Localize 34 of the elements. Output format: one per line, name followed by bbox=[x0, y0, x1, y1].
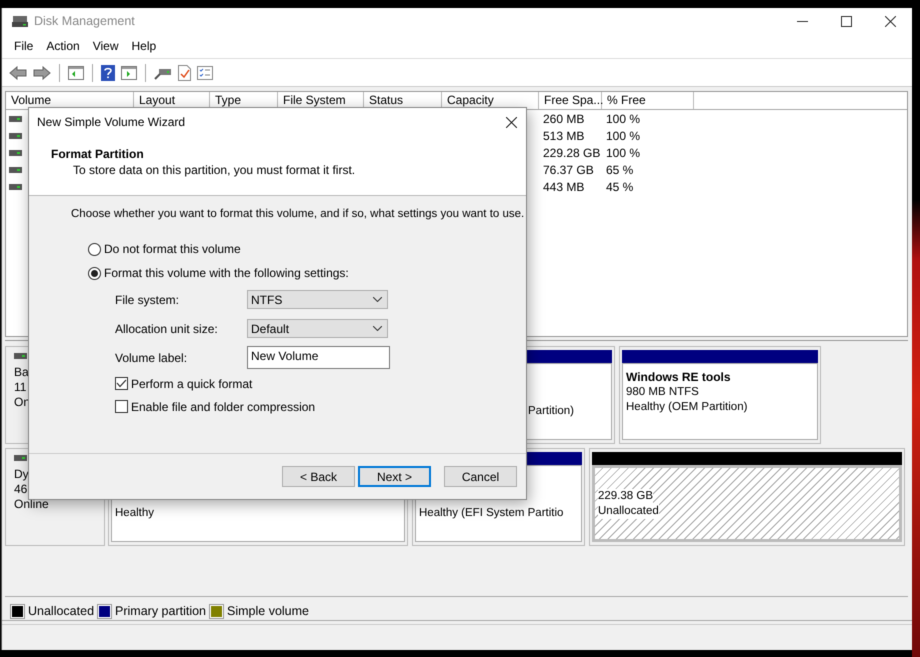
legend-label: Simple volume bbox=[227, 604, 309, 618]
disk-info-text: 11 bbox=[14, 380, 28, 395]
disk-info-text: Ba bbox=[14, 365, 30, 380]
legend-label: Unallocated bbox=[28, 604, 94, 618]
disk-info-text: Dy bbox=[14, 467, 30, 482]
table-cell-text: 443 MB bbox=[542, 180, 586, 194]
partition-text: Healthy (EFI System Partitio bbox=[419, 506, 564, 521]
disk-info-text: Online bbox=[14, 497, 50, 512]
dialog-title: New Simple Volume Wizard bbox=[37, 115, 186, 129]
table-cell-text: 45 % bbox=[605, 180, 634, 194]
partition-text: Healthy bbox=[115, 506, 155, 521]
table-cell-text: 513 MB bbox=[542, 128, 586, 142]
partition-text: Healthy (OEM Partition) bbox=[626, 400, 748, 415]
field-label: Allocation unit size: bbox=[115, 322, 219, 336]
field-label: Volume label: bbox=[115, 350, 188, 364]
table-cell-text: 100 % bbox=[605, 128, 642, 142]
window-title: Disk Management bbox=[34, 14, 135, 28]
table-cell-text: 229.28 GB bbox=[542, 146, 602, 160]
partition-text: 980 MB NTFS bbox=[626, 385, 700, 400]
partition-text: 229.38 GB bbox=[598, 489, 653, 504]
dialog-subheading: To store data on this partition, you must format it first. bbox=[72, 162, 356, 178]
table-cell-text: 260 MB bbox=[542, 112, 586, 126]
legend-label: Primary partition bbox=[115, 604, 206, 618]
dialog-heading: Format Partition bbox=[51, 146, 144, 162]
field-label: File system: bbox=[115, 292, 180, 306]
partition-text: Partition) bbox=[528, 404, 576, 419]
instruction-text: Choose whether you want to format this volume, and if so, what settings you want to use. bbox=[71, 208, 524, 220]
table-cell-text: 65 % bbox=[605, 162, 634, 176]
partition-text: Unallocated bbox=[598, 504, 659, 519]
disk-info-text: 46 bbox=[14, 482, 28, 497]
table-cell-text: 100 % bbox=[605, 112, 642, 126]
table-cell-text: 100 % bbox=[605, 146, 642, 160]
table-cell-text: 76.37 GB bbox=[542, 162, 595, 176]
partition-title: Windows RE tools bbox=[626, 370, 732, 385]
